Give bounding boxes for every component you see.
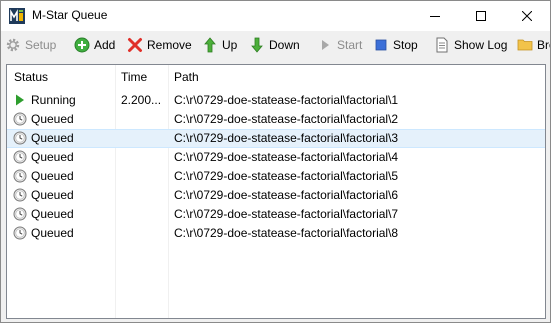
minimize-button[interactable]	[412, 1, 458, 31]
path-cell: C:\r\0729-doe-statease-factorial\factori…	[174, 207, 399, 221]
red-x-icon	[127, 37, 143, 53]
path-cell: C:\r\0729-doe-statease-factorial\factori…	[174, 112, 399, 126]
table-row[interactable]: Queued C:\r\0729-doe-statease-factorial\f…	[7, 224, 545, 243]
path-cell: C:\r\0729-doe-statease-factorial\factori…	[174, 169, 399, 183]
queue-list[interactable]: Status Time Path Running 2.200... C:\r\072…	[6, 64, 546, 319]
close-button[interactable]	[504, 1, 550, 31]
clock-icon	[13, 169, 27, 183]
status-cell: Queued	[31, 226, 74, 240]
window-title: M-Star Queue	[32, 8, 108, 22]
document-icon	[434, 37, 450, 53]
title-bar[interactable]: M-Star Queue	[1, 1, 550, 31]
stop-square-icon	[373, 37, 389, 53]
close-icon	[522, 11, 532, 21]
table-row[interactable]: Queued C:\r\0729-doe-statease-factorial\f…	[7, 129, 545, 148]
add-button[interactable]: Add	[74, 35, 115, 55]
mstar-logo-icon	[9, 8, 25, 24]
up-button[interactable]: Up	[202, 35, 237, 55]
path-cell: C:\r\0729-doe-statease-factorial\factori…	[174, 131, 399, 145]
plus-circle-icon	[74, 37, 90, 53]
down-button[interactable]: Down	[249, 35, 300, 55]
table-row[interactable]: Queued C:\r\0729-doe-statease-factorial\f…	[7, 110, 545, 129]
minimize-icon	[430, 16, 440, 17]
queue-window: M-Star Queue Setup Add Remove Up Down St…	[0, 0, 551, 323]
status-cell: Queued	[31, 131, 74, 145]
status-cell: Queued	[31, 150, 74, 164]
clock-icon	[13, 131, 27, 145]
browse-button[interactable]: Bro	[517, 35, 550, 55]
time-cell: 2.200...	[121, 93, 162, 107]
status-cell: Queued	[31, 188, 74, 202]
play-green-icon	[13, 93, 27, 107]
path-cell: C:\r\0729-doe-statease-factorial\factori…	[174, 150, 399, 164]
table-row[interactable]: Queued C:\r\0729-doe-statease-factorial\f…	[7, 148, 545, 167]
gear-icon	[5, 37, 21, 53]
column-header-time[interactable]: Time	[121, 70, 147, 84]
clock-icon	[13, 150, 27, 164]
table-row[interactable]: Queued C:\r\0729-doe-statease-factorial\f…	[7, 186, 545, 205]
table-row[interactable]: Queued C:\r\0729-doe-statease-factorial\f…	[7, 167, 545, 186]
maximize-button[interactable]	[458, 1, 504, 31]
stop-button[interactable]: Stop	[373, 35, 418, 55]
column-header-path[interactable]: Path	[174, 70, 199, 84]
list-header: Status Time Path	[7, 65, 545, 89]
toolbar: Setup Add Remove Up Down Start Stop Show…	[1, 31, 550, 59]
status-cell: Running	[31, 93, 76, 107]
status-cell: Queued	[31, 207, 74, 221]
table-row[interactable]: Running 2.200... C:\r\0729-doe-statease-fa…	[7, 91, 545, 110]
play-icon	[317, 37, 333, 53]
clock-icon	[13, 226, 27, 240]
clock-icon	[13, 188, 27, 202]
folder-icon	[517, 37, 533, 53]
path-cell: C:\r\0729-doe-statease-factorial\factori…	[174, 93, 399, 107]
show-log-button[interactable]: Show Log	[434, 35, 507, 55]
start-button[interactable]: Start	[317, 35, 362, 55]
setup-button[interactable]: Setup	[5, 35, 56, 55]
status-cell: Queued	[31, 169, 74, 183]
maximize-icon	[476, 11, 486, 21]
clock-icon	[13, 207, 27, 221]
column-header-status[interactable]: Status	[14, 70, 48, 84]
arrow-down-icon	[249, 37, 265, 53]
path-cell: C:\r\0729-doe-statease-factorial\factori…	[174, 188, 399, 202]
remove-button[interactable]: Remove	[127, 35, 192, 55]
arrow-up-icon	[202, 37, 218, 53]
table-row[interactable]: Queued C:\r\0729-doe-statease-factorial\f…	[7, 205, 545, 224]
path-cell: C:\r\0729-doe-statease-factorial\factori…	[174, 226, 399, 240]
status-cell: Queued	[31, 112, 74, 126]
clock-icon	[13, 112, 27, 126]
